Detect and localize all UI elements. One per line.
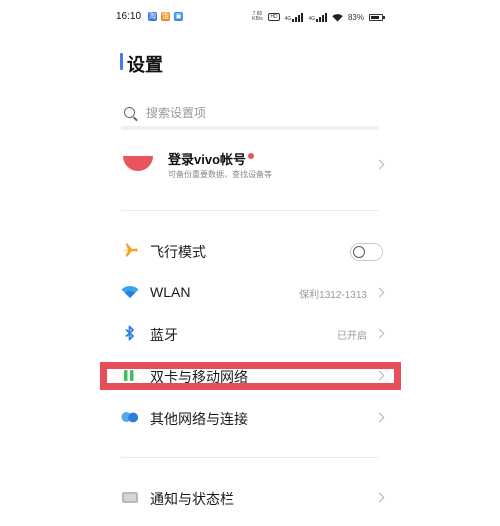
network-type-1: 4G <box>284 15 292 22</box>
settings-item-wlan[interactable]: WLAN 保利1312-1313 <box>121 277 385 307</box>
blue-app-icon: ▣ <box>174 12 183 21</box>
search-bar[interactable] <box>121 102 379 130</box>
chevron-right-icon <box>374 328 385 339</box>
search-input[interactable] <box>146 106 366 120</box>
bluetooth-icon <box>121 325 139 341</box>
avatar <box>123 156 153 171</box>
highlight-box <box>100 362 401 390</box>
settings-item-label: 其他网络与连接 <box>150 411 248 427</box>
status-time: 16:10 <box>116 11 142 22</box>
account-login-row[interactable]: 登录vivo帐号 可备份重要数据，查找设备等 <box>121 144 385 186</box>
taobao-icon: 淘 <box>148 12 157 21</box>
chevron-right-icon <box>374 287 385 298</box>
divider <box>121 210 379 211</box>
chevron-right-icon <box>374 492 385 503</box>
network-type-2: 4G <box>308 15 315 22</box>
battery-icon <box>369 13 385 21</box>
settings-item-label: WLAN <box>150 284 191 300</box>
battery-text: 83% <box>347 12 364 22</box>
hd-badge: HD <box>268 13 280 21</box>
settings-item-other-networks[interactable]: 其他网络与连接 <box>121 402 385 432</box>
net-speed: 7.80 KB/s <box>252 11 263 22</box>
settings-item-airplane-mode[interactable]: 飞行模式 <box>121 235 383 265</box>
settings-item-notifications[interactable]: 通知与状态栏 <box>121 482 385 512</box>
account-title-wrap: 登录vivo帐号 <box>168 149 255 168</box>
airplane-icon <box>121 242 139 258</box>
chevron-right-icon <box>374 159 385 170</box>
title-accent-bar <box>120 53 123 70</box>
toggle-knob <box>353 246 365 258</box>
signal-2-icon: 4G <box>308 12 327 22</box>
status-indicators: 7.80 KB/s HD 4G 4G 83% <box>251 11 385 23</box>
wifi-status-icon <box>332 13 343 21</box>
settings-item-bluetooth[interactable]: 蓝牙 已开启 <box>121 318 385 348</box>
settings-item-label: 飞行模式 <box>150 244 206 260</box>
status-bar: 16:10 淘 饿 ▣ 7.80 KB/s HD 4G 4G 83% <box>107 0 393 32</box>
wifi-icon <box>121 284 139 300</box>
account-subtitle: 可备份重要数据，查找设备等 <box>168 170 272 179</box>
notification-icon <box>121 489 139 505</box>
bluetooth-status: 已开启 <box>337 331 367 342</box>
airplane-mode-toggle[interactable] <box>350 243 383 261</box>
connections-icon <box>121 409 139 425</box>
divider <box>121 457 379 458</box>
settings-item-label: 通知与状态栏 <box>150 491 234 507</box>
notification-dot <box>248 153 255 159</box>
chevron-right-icon <box>374 412 385 423</box>
signal-1-icon: 4G <box>284 12 304 22</box>
page-title: 设置 <box>127 55 163 75</box>
wifi-network-name: 保利1312-1313 <box>299 290 367 301</box>
account-title: 登录vivo帐号 <box>168 152 247 167</box>
search-icon <box>124 107 135 118</box>
settings-screen: 16:10 淘 饿 ▣ 7.80 KB/s HD 4G 4G 83% 设置 搜索… <box>107 0 393 526</box>
settings-item-label: 蓝牙 <box>150 327 178 343</box>
orange-app-icon: 饿 <box>161 12 170 21</box>
